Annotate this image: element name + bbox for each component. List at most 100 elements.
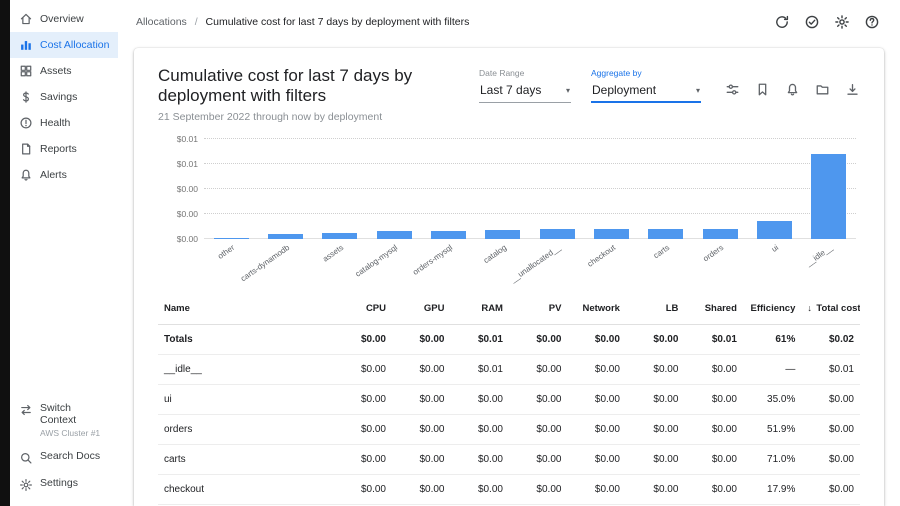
- sidebar-item-reports[interactable]: Reports: [10, 136, 118, 162]
- sidebar-item-label: Alerts: [40, 169, 67, 181]
- col-header-network[interactable]: Network: [567, 293, 625, 325]
- cell-efficiency: 35.0%: [743, 385, 801, 415]
- cell-total-cost: $0.00: [801, 445, 860, 475]
- report-doc-icon: [19, 142, 33, 156]
- breadcrumb-section[interactable]: Allocations: [136, 16, 187, 28]
- health-icon: [19, 116, 33, 130]
- chart-gridline: [204, 138, 856, 139]
- bar-catalog[interactable]: [485, 230, 520, 239]
- table-row-ui[interactable]: ui$0.00$0.00$0.00$0.00$0.00$0.00$0.0035.…: [158, 385, 860, 415]
- help-icon[interactable]: [864, 14, 880, 30]
- window-edge: [0, 0, 10, 506]
- bar-idle[interactable]: [811, 154, 846, 239]
- cell-lb: $0.00: [626, 475, 684, 505]
- cell-name: ui: [158, 385, 334, 415]
- cell-gpu: $0.00: [392, 355, 450, 385]
- table-row-carts[interactable]: carts$0.00$0.00$0.00$0.00$0.00$0.00$0.00…: [158, 445, 860, 475]
- aggregate-by-select[interactable]: Aggregate by Deployment ▾: [591, 68, 701, 103]
- col-header-name[interactable]: Name: [158, 293, 334, 325]
- report-card: Cumulative cost for last 7 days by deplo…: [134, 48, 884, 506]
- cell-efficiency: 71.0%: [743, 445, 801, 475]
- table-row-checkout[interactable]: checkout$0.00$0.00$0.00$0.00$0.00$0.00$0…: [158, 475, 860, 505]
- sidebar-footer: Switch ContextAWS Cluster #1Search Docs S…: [10, 396, 118, 498]
- col-header-lb[interactable]: LB: [626, 293, 684, 325]
- bookmark-icon[interactable]: [755, 82, 770, 97]
- cell-total-cost: $0.00: [801, 385, 860, 415]
- cell-gpu: $0.00: [392, 415, 450, 445]
- cell-network: $0.00: [567, 325, 625, 355]
- search-icon: [19, 451, 33, 465]
- folder-icon[interactable]: [815, 82, 830, 97]
- table-row-totals[interactable]: Totals$0.00$0.00$0.01$0.00$0.00$0.00$0.0…: [158, 325, 860, 355]
- breadcrumb-page: Cumulative cost for last 7 days by deplo…: [206, 16, 470, 28]
- cell-cpu: $0.00: [334, 415, 392, 445]
- sidebar-item-label: Settings: [40, 477, 78, 489]
- cell-network: $0.00: [567, 475, 625, 505]
- col-header-ram[interactable]: RAM: [450, 293, 508, 325]
- date-range-select[interactable]: Date Range Last 7 days ▾: [479, 68, 571, 103]
- cell-lb: $0.00: [626, 415, 684, 445]
- bar-unallocated[interactable]: [540, 229, 575, 239]
- sidebar-item-alerts[interactable]: Alerts: [10, 162, 118, 188]
- bar-orders-mysql[interactable]: [431, 231, 466, 239]
- check-circle-icon[interactable]: [804, 14, 820, 30]
- cell-name: Totals: [158, 325, 334, 355]
- col-header-shared[interactable]: Shared: [684, 293, 742, 325]
- col-header-gpu[interactable]: GPU: [392, 293, 450, 325]
- cell-shared: $0.01: [684, 325, 742, 355]
- app-window: OverviewCost AllocationAssetsSavingsHeal…: [0, 0, 900, 506]
- cell-shared: $0.00: [684, 475, 742, 505]
- filters-icon[interactable]: [725, 82, 740, 97]
- bar-carts[interactable]: [648, 229, 683, 239]
- cell-lb: $0.00: [626, 385, 684, 415]
- bar-other[interactable]: [214, 238, 249, 239]
- sidebar-item-settings[interactable]: Settings: [10, 471, 118, 498]
- table-row-idle[interactable]: __idle__$0.00$0.00$0.01$0.00$0.00$0.00$0…: [158, 355, 860, 385]
- cell-cpu: $0.00: [334, 475, 392, 505]
- cell-gpu: $0.00: [392, 325, 450, 355]
- chevron-down-icon: ▾: [566, 86, 570, 95]
- topbar: Allocations / Cumulative cost for last 7…: [118, 0, 900, 44]
- cell-pv: $0.00: [509, 415, 567, 445]
- table-header-row: NameCPUGPURAMPVNetworkLBSharedEfficiency…: [158, 293, 860, 325]
- bar-checkout[interactable]: [594, 229, 629, 239]
- main-area: Allocations / Cumulative cost for last 7…: [118, 0, 900, 506]
- bar-orders[interactable]: [703, 229, 738, 239]
- cell-name: orders: [158, 415, 334, 445]
- gear-icon[interactable]: [834, 14, 850, 30]
- page-subtitle: 21 September 2022 through now by deploym…: [158, 111, 479, 123]
- topbar-icons: [774, 14, 880, 30]
- sidebar-item-overview[interactable]: Overview: [10, 6, 118, 32]
- sidebar-item-savings[interactable]: Savings: [10, 84, 118, 110]
- cell-cpu: $0.00: [334, 325, 392, 355]
- col-header-cpu[interactable]: CPU: [334, 293, 392, 325]
- y-axis-tick-label: $0.00: [158, 234, 198, 244]
- download-icon[interactable]: [845, 82, 860, 97]
- report-controls: Date Range Last 7 days ▾ Aggregate by De…: [479, 66, 860, 103]
- breadcrumb-separator: /: [195, 16, 198, 28]
- sidebar-item-search-docs[interactable]: Search Docs: [10, 444, 118, 471]
- col-header-efficiency[interactable]: Efficiency: [743, 293, 801, 325]
- bar-carts-dynamodb[interactable]: [268, 234, 303, 239]
- refresh-icon[interactable]: [774, 14, 790, 30]
- bar-assets[interactable]: [322, 233, 357, 239]
- cell-name: __idle__: [158, 355, 334, 385]
- sidebar-item-health[interactable]: Health: [10, 110, 118, 136]
- bell-icon[interactable]: [785, 82, 800, 97]
- col-header-total-cost[interactable]: ↓ Total cost: [801, 293, 860, 325]
- bar-ui[interactable]: [757, 221, 792, 239]
- chart-gridline: [204, 163, 856, 164]
- date-range-label: Date Range: [479, 68, 571, 78]
- date-range-value: Last 7 days: [480, 83, 541, 97]
- col-header-pv[interactable]: PV: [509, 293, 567, 325]
- cell-ram: $0.01: [450, 355, 508, 385]
- cell-ram: $0.00: [450, 445, 508, 475]
- y-axis-tick-label: $0.01: [158, 134, 198, 144]
- sidebar-item-assets[interactable]: Assets: [10, 58, 118, 84]
- cell-gpu: $0.00: [392, 445, 450, 475]
- sidebar-item-cost-allocation[interactable]: Cost Allocation: [10, 32, 118, 58]
- bar-catalog-mysql[interactable]: [377, 231, 412, 239]
- table-row-orders[interactable]: orders$0.00$0.00$0.00$0.00$0.00$0.00$0.0…: [158, 415, 860, 445]
- cell-gpu: $0.00: [392, 475, 450, 505]
- sidebar-item-switch-context[interactable]: Switch ContextAWS Cluster #1: [10, 396, 118, 444]
